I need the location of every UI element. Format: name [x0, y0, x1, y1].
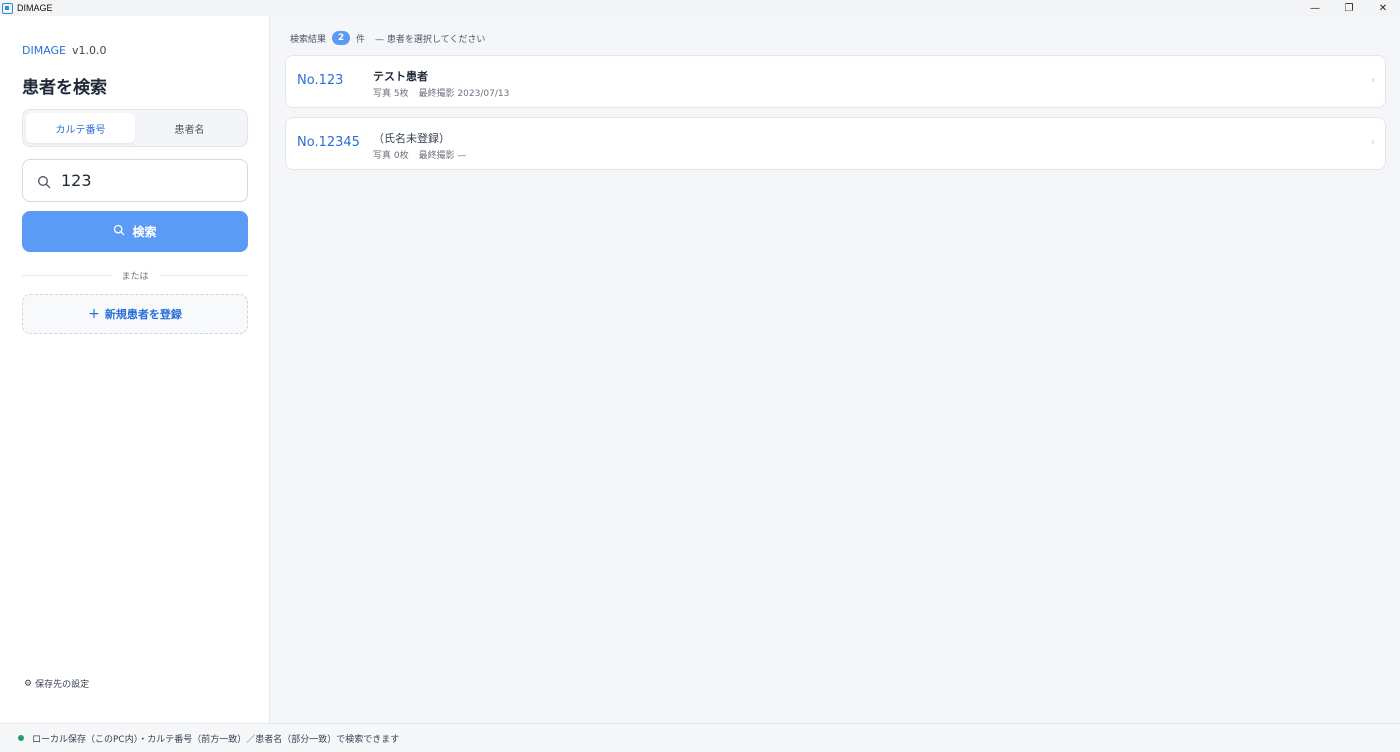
plus-icon: + — [88, 306, 100, 322]
app-icon — [2, 2, 13, 14]
patient-result-item[interactable]: No.123 テスト患者 写真 5枚 最終撮影 2023/07/13 › — [285, 55, 1386, 108]
status-bar: ローカル保存（このPC内）・カルテ番号（前方一致）／患者名（部分一致）で検索でき… — [0, 723, 1400, 752]
photo-count: 写真 5枚 — [373, 89, 409, 99]
divider: または — [22, 268, 249, 282]
result-count-badge: 2 — [332, 31, 351, 45]
restore-button[interactable]: ❐ — [1332, 0, 1366, 16]
patient-name: （氏名未登録） — [373, 132, 450, 145]
search-button[interactable]: 検索 — [22, 211, 248, 252]
title-bar: DIMAGE — ❐ ✕ — [0, 0, 1400, 16]
patient-result-item[interactable]: No.12345 （氏名未登録） 写真 0枚 最終撮影 — › — [285, 117, 1386, 170]
settings-label: 保存先の設定 — [35, 680, 90, 690]
tab-chart-number[interactable]: カルテ番号 — [26, 113, 135, 143]
chart-number: No.123 — [297, 73, 344, 88]
tab-patient-name[interactable]: 患者名 — [135, 113, 244, 143]
divider-line — [22, 274, 112, 276]
search-button-label: 検索 — [132, 225, 157, 239]
chevron-right-icon: › — [1371, 75, 1375, 86]
version-label: v1.0.0 — [72, 44, 107, 57]
patient-meta: 写真 5枚 最終撮影 2023/07/13 — [373, 86, 509, 99]
version-row: DIMAGE v1.0.0 — [22, 44, 107, 57]
window-controls: — ❐ ✕ — [1298, 0, 1400, 16]
close-button[interactable]: ✕ — [1366, 0, 1400, 16]
patient-name: テスト患者 — [373, 70, 428, 83]
patient-meta: 写真 0枚 最終撮影 — — [373, 148, 466, 161]
search-icon — [37, 174, 51, 188]
search-icon — [113, 224, 125, 239]
photo-count: 写真 0枚 — [373, 151, 409, 161]
status-text: ローカル保存（このPC内）・カルテ番号（前方一致）／患者名（部分一致）で検索でき… — [32, 734, 400, 745]
search-field[interactable] — [22, 159, 248, 202]
search-mode-tabs: カルテ番号 患者名 — [22, 109, 248, 147]
minimize-button[interactable]: — — [1298, 0, 1332, 16]
brand-name: DIMAGE — [22, 44, 67, 57]
result-unit: 件 — [356, 34, 366, 45]
divider-line — [158, 274, 249, 276]
last-shot-date: 最終撮影 2023/07/13 — [418, 89, 510, 99]
sidebar: DIMAGE v1.0.0 患者を検索 カルテ番号 患者名 検索 または + 新… — [0, 16, 270, 723]
chevron-right-icon: › — [1371, 137, 1375, 148]
storage-settings-link[interactable]: ⚙ 保存先の設定 — [24, 677, 90, 691]
register-button-label: 新規患者を登録 — [104, 308, 182, 321]
result-header: 検索結果 2 件 — 患者を選択してください — [290, 31, 485, 45]
last-shot-date: 最終撮影 — — [418, 151, 467, 161]
status-indicator — [18, 735, 24, 741]
main-content: 検索結果 2 件 — 患者を選択してください No.123 テスト患者 写真 5… — [271, 16, 1400, 723]
result-label: 検索結果 — [290, 34, 327, 45]
divider-text: または — [121, 271, 149, 282]
page-title: 患者を検索 — [22, 78, 107, 98]
register-patient-button[interactable]: + 新規患者を登録 — [22, 294, 248, 334]
search-input[interactable] — [61, 171, 231, 190]
gear-icon: ⚙ — [24, 678, 33, 689]
result-hint: — 患者を選択してください — [375, 34, 486, 45]
window-title: DIMAGE — [17, 3, 53, 13]
chart-number: No.12345 — [297, 135, 360, 150]
